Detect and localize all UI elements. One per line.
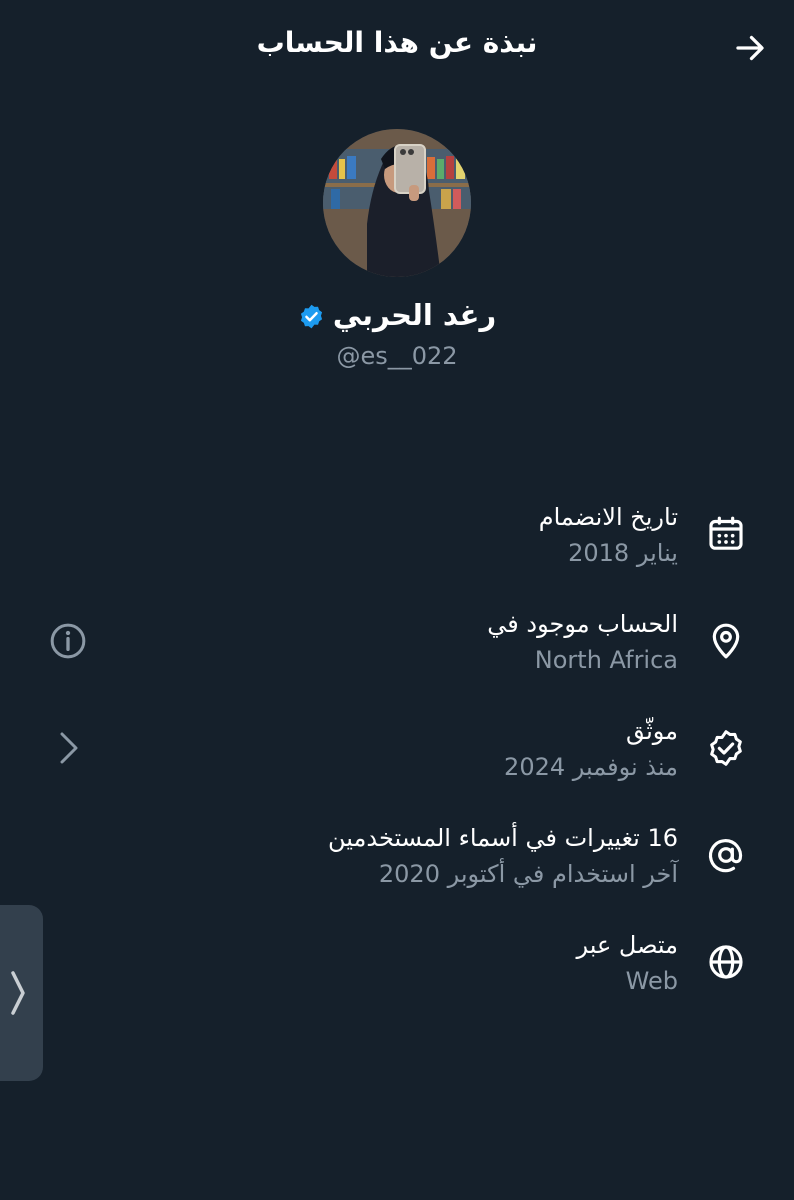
detail-value: آخر استخدام في أكتوبر 2020 xyxy=(378,860,678,888)
calendar-icon xyxy=(709,516,743,550)
avatar[interactable] xyxy=(323,129,471,277)
detail-label: 16 تغييرات في أسماء المستخدمين xyxy=(328,824,678,852)
top-bar: نبذة عن هذا الحساب xyxy=(0,0,794,92)
detail-row-location: الحساب موجود في North Africa xyxy=(0,607,794,687)
detail-row-username-changes: 16 تغييرات في أسماء المستخدمين آخر استخد… xyxy=(0,821,794,901)
page-title: نبذة عن هذا الحساب xyxy=(256,26,538,59)
detail-label: متصل عبر xyxy=(576,931,678,959)
detail-row-verified: موثّق منذ نوفمبر 2024 xyxy=(0,714,794,794)
detail-label: تاريخ الانضمام xyxy=(538,503,678,531)
detail-text: تاريخ الانضمام يناير 2018 xyxy=(539,500,678,572)
profile-photo xyxy=(323,129,471,277)
detail-label: موثّق xyxy=(626,717,678,745)
edge-panel-handle[interactable] xyxy=(0,905,43,1081)
detail-value: North Africa xyxy=(534,646,678,674)
detail-value: منذ نوفمبر 2024 xyxy=(504,753,678,781)
location-pin-icon xyxy=(712,623,740,659)
profile-name-row: رغد الحربي xyxy=(0,298,794,332)
info-circle-icon[interactable] xyxy=(48,621,88,661)
detail-label: الحساب موجود في xyxy=(487,610,678,638)
profile-handle: @es__022 xyxy=(336,342,458,370)
detail-row-join-date: تاريخ الانضمام يناير 2018 xyxy=(0,500,794,580)
detail-value: Web xyxy=(625,967,678,995)
detail-value: يناير 2018 xyxy=(568,539,678,567)
globe-icon xyxy=(709,945,743,979)
at-sign-icon xyxy=(708,839,743,873)
profile-name: رغد الحربي xyxy=(332,298,497,332)
verified-badge-icon xyxy=(300,304,322,328)
chevron-right-icon xyxy=(11,971,25,1015)
arrow-right-icon[interactable] xyxy=(732,30,768,66)
detail-text: متصل عبر Web xyxy=(576,928,678,1000)
chevron-right-icon[interactable] xyxy=(56,730,82,766)
verified-badge-icon xyxy=(710,730,742,766)
detail-row-connected-via: متصل عبر Web xyxy=(0,928,794,1008)
detail-text: موثّق منذ نوفمبر 2024 xyxy=(504,714,678,786)
detail-text: 16 تغييرات في أسماء المستخدمين آخر استخد… xyxy=(328,821,678,893)
detail-text: الحساب موجود في North Africa xyxy=(487,607,678,679)
